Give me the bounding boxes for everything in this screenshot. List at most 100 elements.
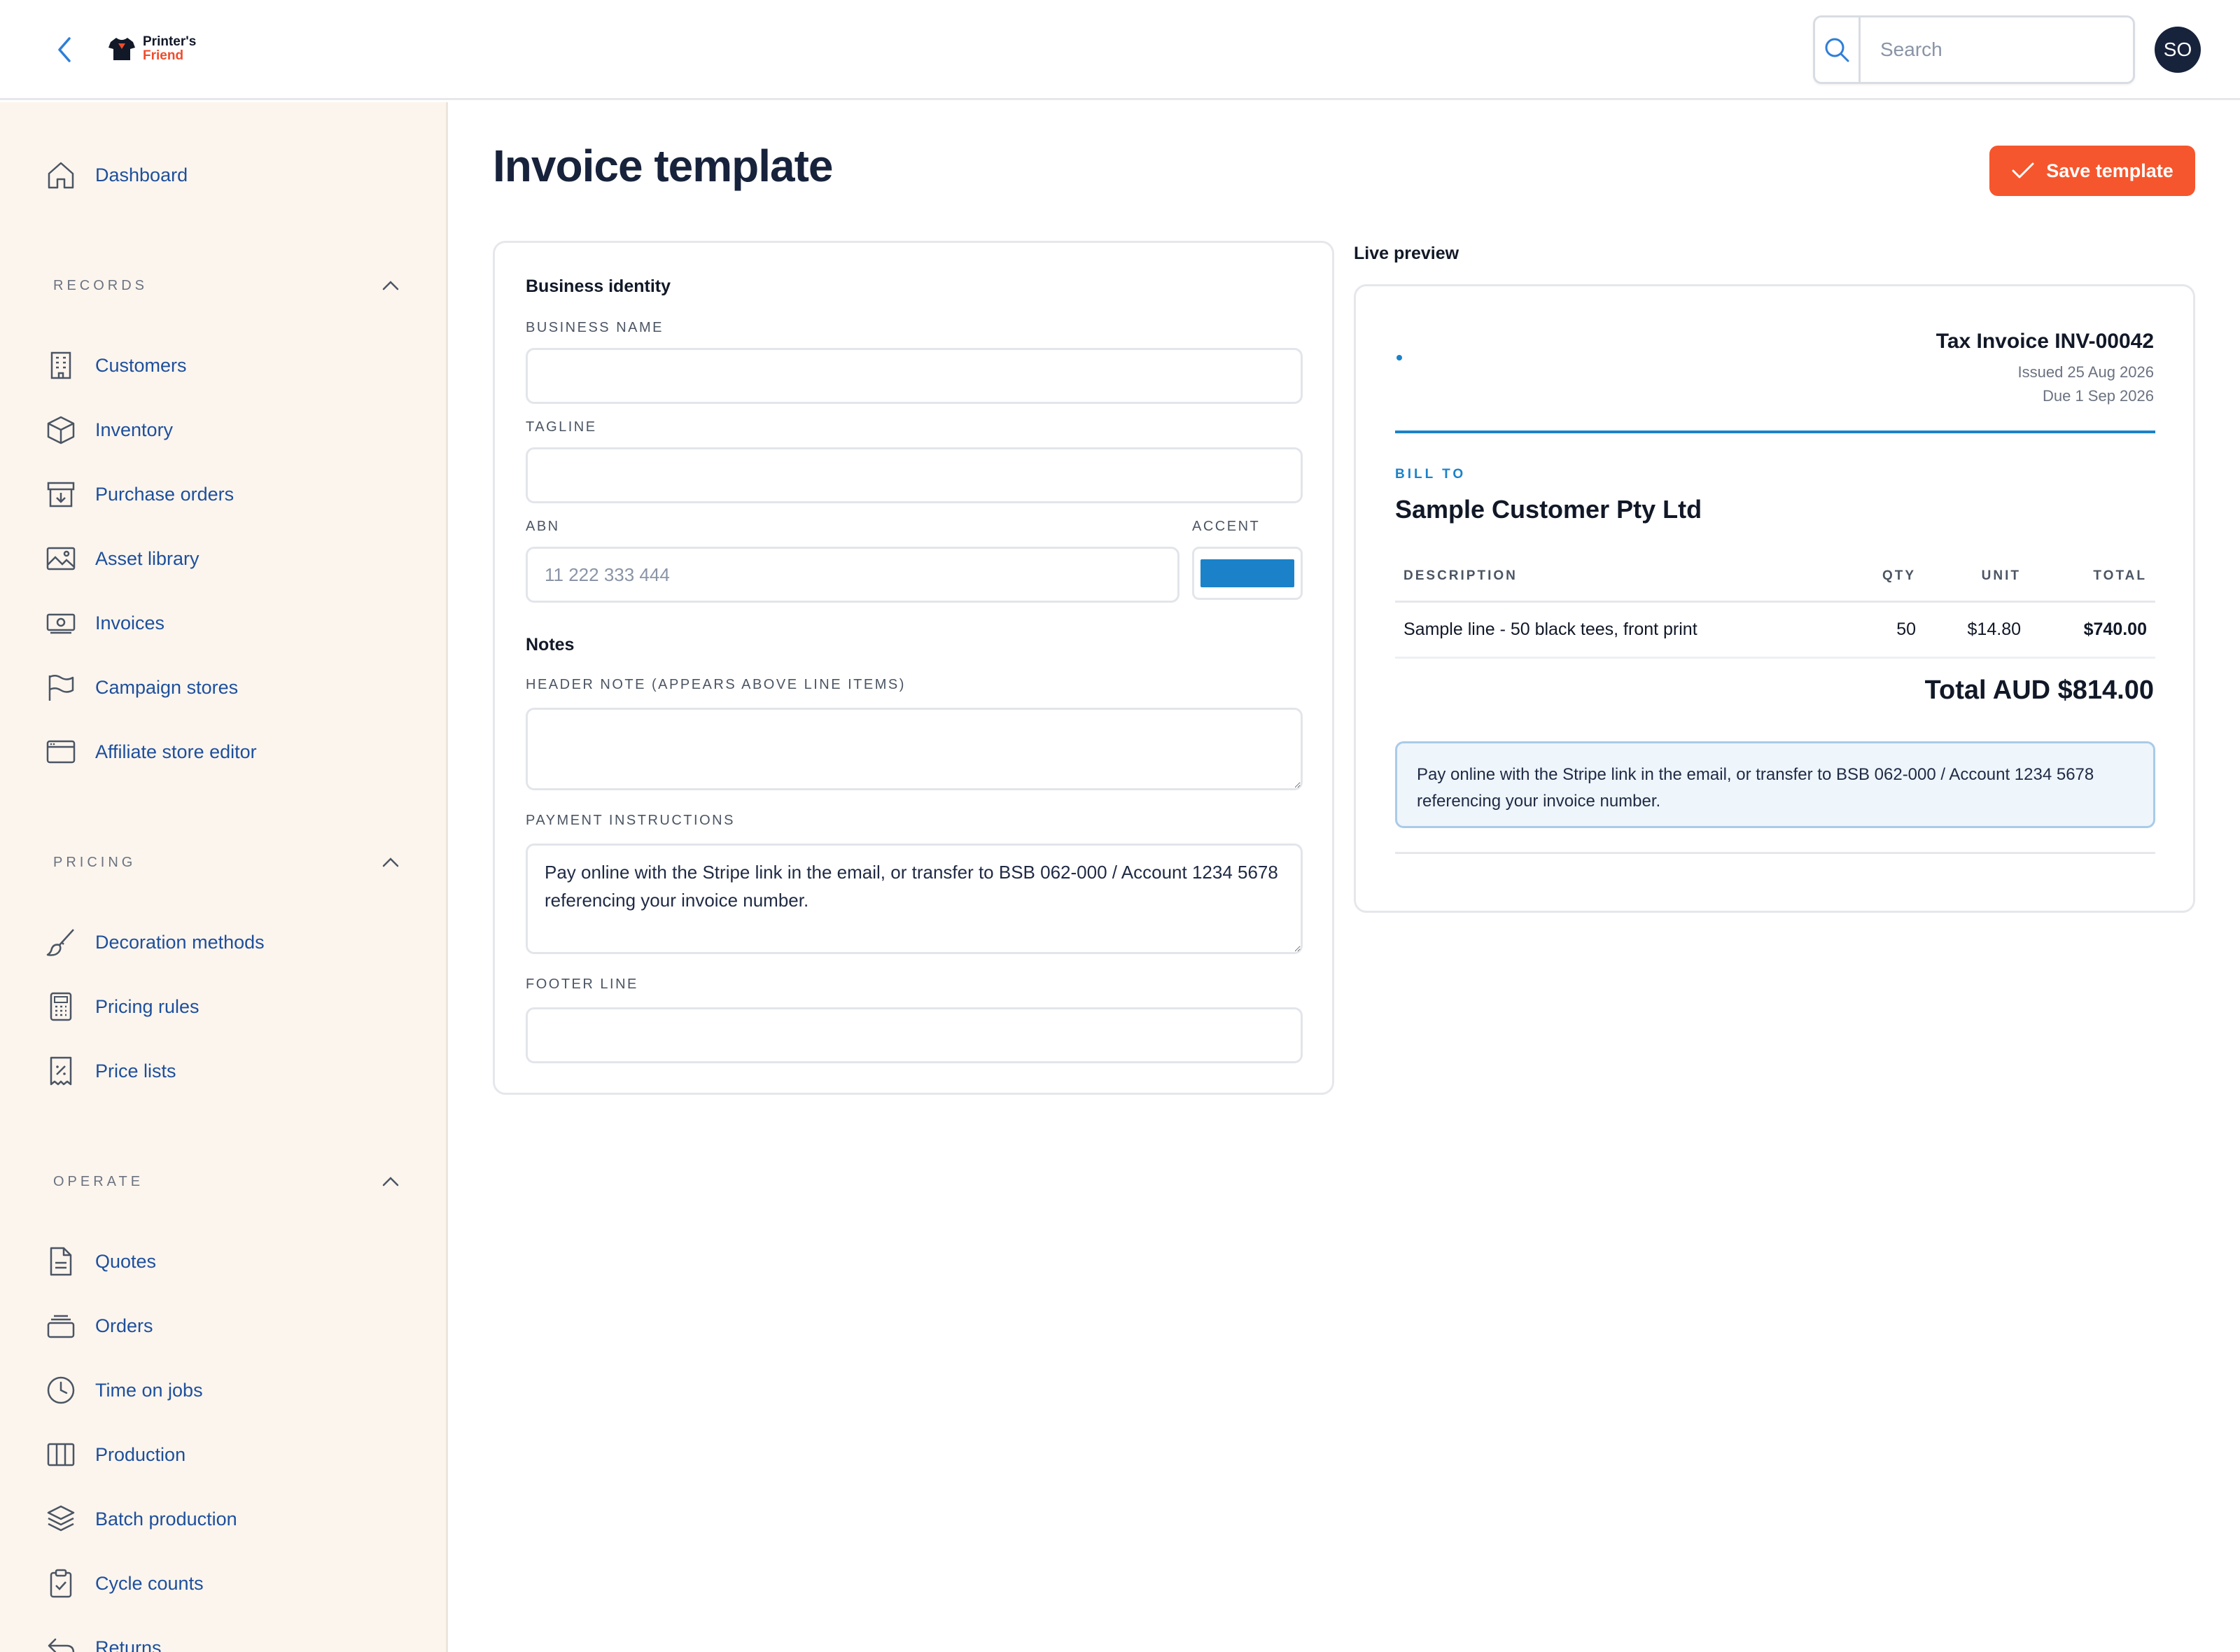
return-arrow-icon bbox=[43, 1630, 78, 1652]
sidebar-item-pricing-rules[interactable]: Pricing rules bbox=[43, 986, 200, 1028]
tagline-label: TAGLINE bbox=[526, 419, 597, 435]
sidebar-item-decoration-methods[interactable]: Decoration methods bbox=[43, 921, 265, 963]
sidebar-item-label: Batch production bbox=[95, 1508, 237, 1530]
sidebar-item-purchase-orders[interactable]: Purchase orders bbox=[43, 473, 234, 515]
user-avatar[interactable]: SO bbox=[2155, 27, 2201, 73]
sidebar-item-returns[interactable]: Returns bbox=[43, 1627, 162, 1652]
stack-icon bbox=[43, 1308, 78, 1343]
invoice-total: Total AUD $814.00 bbox=[1924, 676, 2154, 705]
sidebar-item-label: Customers bbox=[95, 354, 187, 376]
template-form-card: Business identity BUSINESS NAME TAGLINE … bbox=[493, 241, 1334, 1095]
payment-note-box: Pay online with the Stripe link in the e… bbox=[1395, 741, 2155, 828]
payment-instructions-textarea[interactable]: Pay online with the Stripe link in the e… bbox=[526, 844, 1303, 954]
archive-down-icon bbox=[43, 477, 78, 512]
bill-to-customer: Sample Customer Pty Ltd bbox=[1395, 495, 1702, 524]
column-header-unit: UNIT bbox=[1924, 552, 2029, 603]
brand-line2: Friend bbox=[143, 48, 184, 63]
section-title: OPERATE bbox=[53, 1173, 144, 1189]
line-unit: $14.80 bbox=[1924, 601, 2029, 659]
footer-line-input[interactable] bbox=[526, 1007, 1303, 1063]
sidebar-item-batch-production[interactable]: Batch production bbox=[43, 1498, 237, 1540]
calculator-icon bbox=[43, 989, 78, 1024]
sidebar: Dashboard RECORDS Customers Inventory Pu… bbox=[0, 102, 448, 1652]
paintbrush-icon bbox=[43, 925, 78, 960]
payment-instructions-label: PAYMENT INSTRUCTIONS bbox=[526, 813, 735, 828]
invoice-title: Tax Invoice INV-00042 bbox=[1935, 330, 2154, 353]
sidebar-item-label: Pricing rules bbox=[95, 995, 200, 1017]
footer-line-label: FOOTER LINE bbox=[526, 976, 638, 992]
column-header-description: DESCRIPTION bbox=[1395, 552, 1840, 603]
sidebar-item-label: Price lists bbox=[95, 1060, 176, 1082]
search-input[interactable] bbox=[1861, 18, 2133, 82]
line-total: $740.00 bbox=[2029, 601, 2155, 659]
chevron-up-icon[interactable] bbox=[378, 850, 403, 875]
building-icon bbox=[43, 348, 78, 383]
receipt-percent-icon bbox=[43, 1054, 78, 1088]
section-header-records: RECORDS bbox=[53, 272, 403, 300]
clock-icon bbox=[43, 1373, 78, 1408]
sidebar-item-orders[interactable]: Orders bbox=[43, 1305, 153, 1347]
page-title: Invoice template bbox=[493, 141, 833, 191]
sidebar-item-time-on-jobs[interactable]: Time on jobs bbox=[43, 1369, 203, 1411]
search-icon bbox=[1825, 38, 1849, 62]
save-template-button[interactable]: Save template bbox=[1989, 146, 2195, 196]
business-name-label: BUSINESS NAME bbox=[526, 320, 664, 335]
bill-to-label: BILL TO bbox=[1395, 467, 1466, 482]
live-preview-heading: Live preview bbox=[1354, 244, 1460, 263]
box-icon bbox=[43, 412, 78, 447]
sidebar-item-affiliate-store-editor[interactable]: Affiliate store editor bbox=[43, 731, 257, 773]
chevron-left-icon bbox=[58, 37, 71, 62]
header-note-label: HEADER NOTE (APPEARS ABOVE LINE ITEMS) bbox=[526, 677, 906, 692]
sidebar-item-label: Quotes bbox=[95, 1250, 157, 1272]
chevron-up-icon[interactable] bbox=[378, 1169, 403, 1194]
brand-logo[interactable]: Printer's Friend bbox=[108, 34, 196, 64]
table-row: Sample line - 50 black tees, front print… bbox=[1395, 601, 2155, 659]
sidebar-item-campaign-stores[interactable]: Campaign stores bbox=[43, 666, 238, 708]
abn-input[interactable] bbox=[526, 547, 1180, 603]
check-icon bbox=[2012, 162, 2034, 178]
accent-divider bbox=[1395, 430, 2155, 433]
sidebar-item-label: Invoices bbox=[95, 612, 165, 634]
invoice-preview-card: Tax Invoice INV-00042 Issued 25 Aug 2026… bbox=[1354, 284, 2195, 913]
tagline-input[interactable] bbox=[526, 447, 1303, 503]
layers-icon bbox=[43, 1502, 78, 1536]
sidebar-item-customers[interactable]: Customers bbox=[43, 344, 187, 386]
tshirt-icon bbox=[108, 38, 135, 60]
sidebar-item-label: Orders bbox=[95, 1315, 153, 1336]
sidebar-item-label: Campaign stores bbox=[95, 676, 239, 698]
sidebar-item-price-lists[interactable]: Price lists bbox=[43, 1050, 176, 1092]
sidebar-item-inventory[interactable]: Inventory bbox=[43, 409, 173, 451]
sidebar-item-asset-library[interactable]: Asset library bbox=[43, 538, 200, 580]
column-header-qty: QTY bbox=[1840, 552, 1924, 603]
abn-label: ABN bbox=[526, 519, 560, 534]
sidebar-item-production[interactable]: Production bbox=[43, 1434, 186, 1476]
business-name-input[interactable] bbox=[526, 348, 1303, 404]
sidebar-item-label: Returns bbox=[95, 1637, 162, 1652]
sidebar-item-dashboard[interactable]: Dashboard bbox=[43, 154, 188, 196]
invoice-due-date: Due 1 Sep 2026 bbox=[2042, 387, 2154, 405]
search-button[interactable] bbox=[1815, 18, 1861, 82]
notes-heading: Notes bbox=[526, 635, 575, 654]
save-template-label: Save template bbox=[2046, 160, 2174, 181]
sidebar-item-label: Asset library bbox=[95, 547, 200, 569]
document-icon bbox=[43, 1244, 78, 1279]
banknote-icon bbox=[43, 606, 78, 640]
business-identity-heading: Business identity bbox=[526, 276, 671, 296]
header-note-textarea[interactable] bbox=[526, 708, 1303, 790]
sidebar-item-label: Purchase orders bbox=[95, 483, 234, 505]
section-title: RECORDS bbox=[53, 277, 148, 293]
sidebar-item-label: Inventory bbox=[95, 419, 174, 440]
chevron-up-icon[interactable] bbox=[378, 273, 403, 298]
section-title: PRICING bbox=[53, 854, 136, 870]
sidebar-item-invoices[interactable]: Invoices bbox=[43, 602, 164, 644]
back-button[interactable] bbox=[49, 32, 80, 67]
top-bar: Printer's Friend SO bbox=[0, 0, 2240, 100]
home-icon bbox=[43, 158, 78, 192]
accent-color-picker[interactable] bbox=[1192, 547, 1303, 600]
line-qty: 50 bbox=[1840, 601, 1924, 659]
sidebar-item-quotes[interactable]: Quotes bbox=[43, 1240, 156, 1282]
image-icon bbox=[43, 541, 78, 576]
search-box bbox=[1813, 15, 2135, 84]
sidebar-item-cycle-counts[interactable]: Cycle counts bbox=[43, 1562, 204, 1604]
section-header-pricing: PRICING bbox=[53, 848, 403, 876]
